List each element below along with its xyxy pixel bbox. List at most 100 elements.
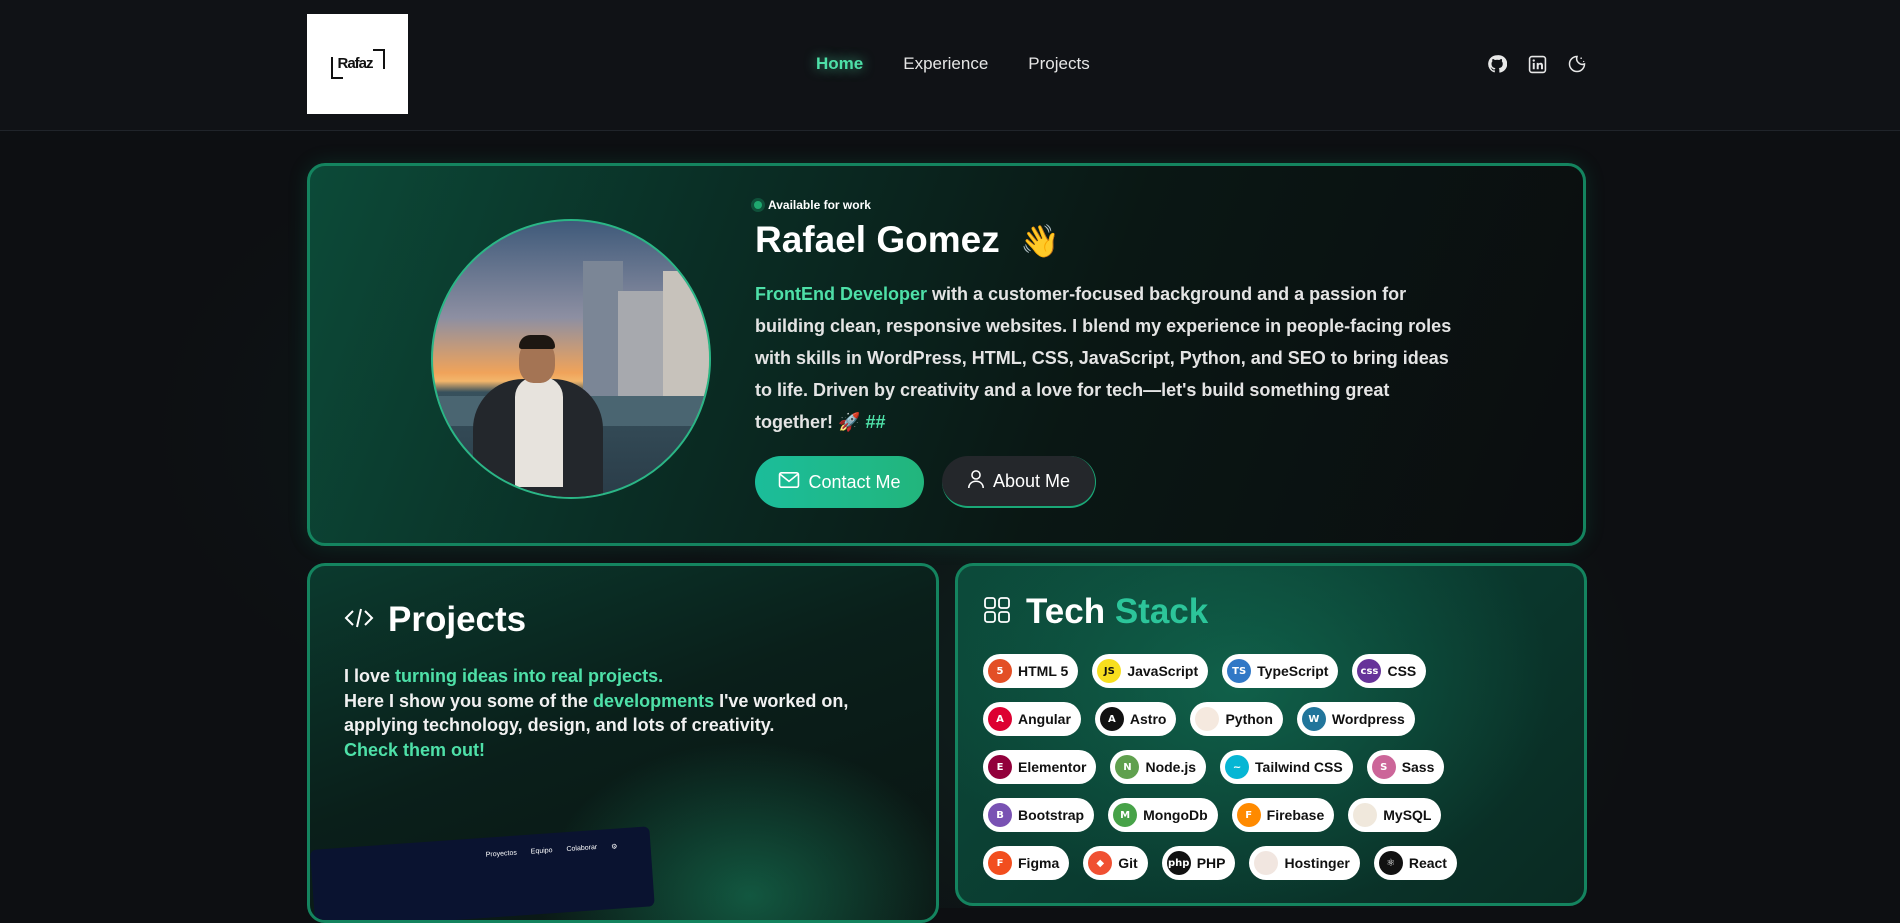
tech-chip-mongodb[interactable]: M MongoDb bbox=[1108, 798, 1218, 832]
logo-text: Rafaz bbox=[337, 55, 374, 72]
contact-me-button[interactable]: Contact Me bbox=[755, 456, 924, 508]
tailwind-icon: ~ bbox=[1225, 755, 1250, 779]
tech-chip-list: 5 HTML 5 JS JavaScript TS TypeScript css CSS A An… bbox=[983, 654, 1573, 894]
sass-icon: S bbox=[1371, 755, 1396, 779]
tech-chip-php[interactable]: php PHP bbox=[1161, 846, 1236, 880]
typescript-icon: TS bbox=[1227, 659, 1252, 683]
linkedin-icon[interactable] bbox=[1526, 53, 1548, 75]
tech-chip-label: React bbox=[1408, 855, 1447, 871]
mysql-icon bbox=[1353, 803, 1378, 827]
bootstrap-icon: B bbox=[988, 803, 1012, 827]
tech-chip-react[interactable]: ⚛ React bbox=[1373, 846, 1457, 880]
logo[interactable]: Rafaz bbox=[307, 14, 408, 114]
tech-chip-angular[interactable]: A Angular bbox=[983, 702, 1081, 736]
elementor-icon: E bbox=[988, 755, 1012, 779]
javascript-icon: JS bbox=[1097, 659, 1122, 683]
tech-chip-label: TypeScript bbox=[1257, 663, 1329, 679]
projects-description: I love turning ideas into real projects.… bbox=[344, 666, 849, 760]
tech-chip-label: CSS bbox=[1387, 663, 1417, 679]
about-me-button[interactable]: About Me bbox=[942, 456, 1096, 508]
tech-chip-label: Angular bbox=[1018, 711, 1071, 727]
tech-chip-wordpress[interactable]: W Wordpress bbox=[1296, 702, 1415, 736]
tech-chip-label: HTML 5 bbox=[1018, 663, 1069, 679]
hero-card: Available for work Rafael Gomez 👋 FrontE… bbox=[307, 163, 1586, 546]
php-icon: php bbox=[1166, 851, 1191, 875]
tech-chip-label: Node.js bbox=[1145, 759, 1197, 775]
projects-title: Projects bbox=[388, 600, 527, 639]
html5-icon: 5 bbox=[988, 659, 1012, 683]
github-icon[interactable] bbox=[1486, 53, 1508, 75]
tech-chip-javascript[interactable]: JS JavaScript bbox=[1092, 654, 1209, 688]
tech-chip-label: Tailwind CSS bbox=[1255, 759, 1343, 775]
nav-home[interactable]: Home bbox=[816, 52, 863, 76]
tech-chip-label: Sass bbox=[1401, 759, 1435, 775]
project-preview-image[interactable]: Proyectos Equipo Colaborar ⚙ bbox=[310, 826, 655, 920]
grid-icon bbox=[984, 596, 1010, 628]
mail-icon bbox=[778, 471, 800, 494]
availability-text: Available for work bbox=[768, 198, 871, 212]
tech-chip-label: MySQL bbox=[1383, 807, 1432, 823]
availability-badge: Available for work bbox=[754, 198, 871, 212]
tech-chip-css[interactable]: css CSS bbox=[1352, 654, 1427, 688]
profile-photo bbox=[431, 219, 711, 499]
tech-chip-row: F Figma ◆ Git php PHP Hostinger ⚛ React bbox=[983, 846, 1573, 880]
tech-chip-label: Elementor bbox=[1018, 759, 1087, 775]
logo-mark: Rafaz bbox=[330, 49, 385, 79]
site-header: Rafaz Home Experience Projects bbox=[0, 0, 1900, 131]
tech-chip-label: Firebase bbox=[1266, 807, 1325, 823]
tech-chip-html-5[interactable]: 5 HTML 5 bbox=[983, 654, 1079, 688]
user-icon bbox=[967, 469, 985, 494]
main-nav: Home Experience Projects bbox=[816, 52, 1090, 76]
tech-chip-figma[interactable]: F Figma bbox=[983, 846, 1070, 880]
figma-icon: F bbox=[988, 851, 1012, 875]
tech-chip-mysql[interactable]: MySQL bbox=[1348, 798, 1442, 832]
tech-chip-sass[interactable]: S Sass bbox=[1366, 750, 1445, 784]
wordpress-icon: W bbox=[1301, 707, 1326, 731]
tech-chip-typescript[interactable]: TS TypeScript bbox=[1222, 654, 1339, 688]
tech-chip-label: Python bbox=[1225, 711, 1273, 727]
tech-chip-astro[interactable]: A Astro bbox=[1094, 702, 1177, 736]
status-dot bbox=[754, 201, 762, 209]
tech-chip-firebase[interactable]: F Firebase bbox=[1231, 798, 1335, 832]
hero-role: FrontEnd Developer bbox=[755, 284, 928, 304]
astro-icon: A bbox=[1099, 707, 1124, 731]
tech-stack-title: Tech Stack bbox=[1026, 592, 1209, 631]
code-icon bbox=[344, 605, 374, 636]
tech-chip-git[interactable]: ◆ Git bbox=[1083, 846, 1148, 880]
projects-cta: Check them out! bbox=[344, 739, 486, 760]
mongodb-icon: M bbox=[1113, 803, 1138, 827]
tech-chip-node-js[interactable]: N Node.js bbox=[1110, 750, 1207, 784]
git-icon: ◆ bbox=[1088, 851, 1113, 875]
projects-card[interactable]: Projects I love turning ideas into real … bbox=[307, 563, 939, 923]
tech-chip-python[interactable]: Python bbox=[1190, 702, 1283, 736]
nav-projects[interactable]: Projects bbox=[1028, 52, 1089, 76]
tech-chip-row: A Angular A Astro Python W Wordpress bbox=[983, 702, 1573, 736]
tech-chip-elementor[interactable]: E Elementor bbox=[983, 750, 1097, 784]
hero-name: Rafael Gomez 👋 bbox=[755, 219, 1061, 260]
tech-chip-bootstrap[interactable]: B Bootstrap bbox=[983, 798, 1095, 832]
tech-chip-label: Bootstrap bbox=[1018, 807, 1085, 823]
tech-chip-hostinger[interactable]: Hostinger bbox=[1249, 846, 1360, 880]
header-icons bbox=[1486, 53, 1588, 75]
theme-toggle-icon[interactable] bbox=[1566, 53, 1588, 75]
tech-chip-label: Astro bbox=[1129, 711, 1167, 727]
tech-chip-label: Wordpress bbox=[1331, 711, 1405, 727]
tech-chip-row: 5 HTML 5 JS JavaScript TS TypeScript css CSS bbox=[983, 654, 1573, 688]
tech-chip-row: B Bootstrap M MongoDb F Firebase MySQL bbox=[983, 798, 1573, 832]
css-icon: css bbox=[1357, 659, 1382, 683]
tech-chip-label: JavaScript bbox=[1127, 663, 1199, 679]
tech-chip-label: Figma bbox=[1018, 855, 1060, 871]
tech-stack-header: Tech Stack bbox=[984, 592, 1208, 632]
tech-chip-row: E Elementor N Node.js ~ Tailwind CSS S Sass bbox=[983, 750, 1573, 784]
hostinger-icon bbox=[1254, 851, 1279, 875]
wave-emoji: 👋 bbox=[1020, 223, 1061, 259]
tech-chip-tailwind-css[interactable]: ~ Tailwind CSS bbox=[1220, 750, 1353, 784]
projects-header: Projects bbox=[344, 600, 526, 640]
firebase-icon: F bbox=[1236, 803, 1261, 827]
tech-chip-label: MongoDb bbox=[1143, 807, 1208, 823]
react-icon: ⚛ bbox=[1378, 851, 1403, 875]
hero-bio: FrontEnd Developer with a customer-focus… bbox=[755, 284, 1452, 432]
python-icon bbox=[1195, 707, 1220, 731]
nav-experience[interactable]: Experience bbox=[903, 52, 988, 76]
angular-icon: A bbox=[988, 707, 1012, 731]
